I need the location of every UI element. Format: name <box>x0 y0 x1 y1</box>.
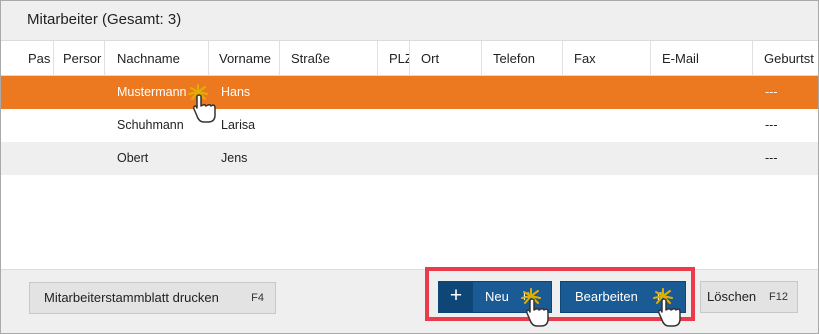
column-header-nachname[interactable]: Nachname <box>105 41 209 76</box>
column-header-email[interactable]: E-Mail <box>651 41 753 76</box>
table-row[interactable]: Mustermann Hans --- <box>1 76 818 109</box>
new-button-label: Neu <box>485 289 509 304</box>
print-shortcut-key: F4 <box>251 292 264 304</box>
table-row[interactable]: Obert Jens --- <box>1 142 818 175</box>
delete-shortcut-key: F12 <box>769 291 788 303</box>
employees-panel: Mitarbeiter (Gesamt: 3) Pas Persor Nachn… <box>0 0 819 334</box>
cell-geburtstag: --- <box>765 118 778 132</box>
column-header-strasse[interactable]: Straße <box>280 41 378 76</box>
column-header-vorname[interactable]: Vorname <box>209 41 280 76</box>
employees-grid: Pas Persor Nachname Vorname Straße PLZ O… <box>1 41 818 269</box>
print-button-label: Mitarbeiterstammblatt drucken <box>44 290 219 305</box>
hand-cursor-icon <box>188 84 216 123</box>
cell-geburtstag: --- <box>765 85 778 99</box>
grid-header: Pas Persor Nachname Vorname Straße PLZ O… <box>1 41 818 76</box>
action-bar: Mitarbeiterstammblatt drucken F4 <box>1 269 818 333</box>
column-header-geburtstag[interactable]: Geburtst <box>753 41 818 76</box>
edit-button-label: Bearbeiten <box>575 289 638 304</box>
cell-vorname: Jens <box>221 151 248 165</box>
delete-button[interactable]: Löschen F12 <box>700 281 798 313</box>
column-header-fax[interactable]: Fax <box>563 41 651 76</box>
table-row[interactable]: Schuhmann Larisa --- <box>1 109 818 142</box>
column-header-telefon[interactable]: Telefon <box>482 41 563 76</box>
column-header-ort[interactable]: Ort <box>410 41 482 76</box>
column-header-plz[interactable]: PLZ <box>378 41 410 76</box>
plus-icon: + <box>439 282 473 312</box>
cell-geburtstag: --- <box>765 151 778 165</box>
delete-button-label: Löschen <box>707 289 757 304</box>
hand-cursor-icon <box>521 288 549 327</box>
column-header-pas[interactable]: Pas <box>20 41 54 76</box>
cell-nachname: Obert <box>117 151 149 165</box>
panel-title: Mitarbeiter (Gesamt: 3) <box>1 1 818 41</box>
print-employee-sheet-button[interactable]: Mitarbeiterstammblatt drucken F4 <box>29 282 276 314</box>
column-header-personalnr[interactable]: Persor <box>54 41 105 76</box>
hand-cursor-icon <box>653 288 681 327</box>
